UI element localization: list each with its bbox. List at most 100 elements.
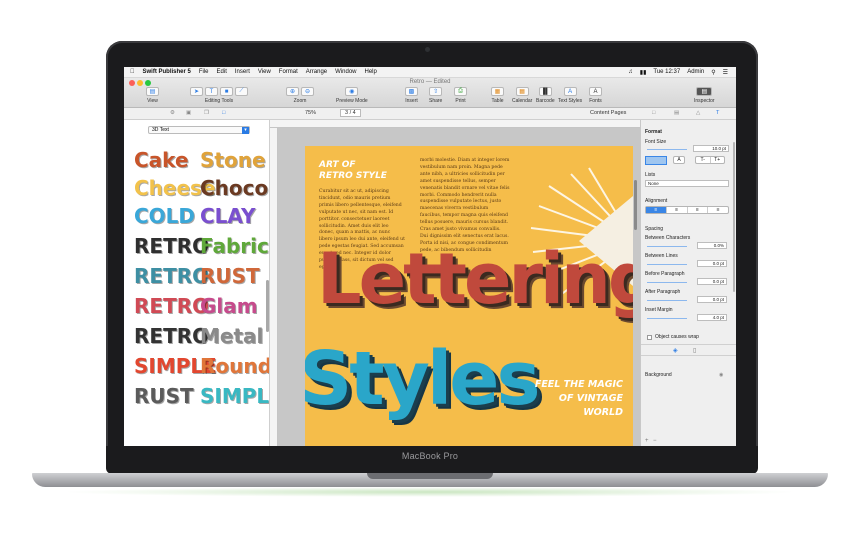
before-paragraph-field[interactable]: 0.0 pt bbox=[697, 278, 727, 285]
text-style-item[interactable]: Fabric bbox=[200, 236, 269, 256]
fill-icon[interactable]: ◈ bbox=[673, 347, 678, 354]
menu-app-name[interactable]: Swift Publisher 5 bbox=[143, 69, 191, 75]
text-styles-icon[interactable]: A bbox=[563, 87, 577, 96]
menu-insert[interactable]: Insert bbox=[235, 69, 250, 75]
zoom-select[interactable]: 75% bbox=[305, 110, 316, 116]
font-size-field[interactable]: 10.0 pt bbox=[693, 145, 729, 152]
barcode-icon[interactable]: ▐▌ bbox=[538, 87, 552, 96]
text-style-item[interactable]: CLAY bbox=[200, 206, 255, 226]
zoom-out-icon[interactable]: ⊖ bbox=[301, 87, 314, 96]
horizontal-ruler[interactable] bbox=[270, 120, 640, 128]
content-pages-select[interactable]: Content Pages bbox=[590, 110, 626, 116]
inspector-text-icon[interactable]: ▤ bbox=[674, 110, 679, 116]
text-style-item[interactable]: Round bbox=[200, 356, 269, 376]
image-icon[interactable]: ▣ bbox=[186, 110, 191, 116]
settings-icon[interactable]: ⚙ bbox=[170, 110, 175, 116]
apple-icon[interactable]:  bbox=[130, 69, 135, 75]
menu-arrange[interactable]: Arrange bbox=[306, 69, 327, 75]
article-heading[interactable]: ART OF RETRO STYLE bbox=[319, 160, 387, 182]
shape-tool-icon[interactable]: ■ bbox=[220, 87, 233, 96]
remove-icon[interactable]: − bbox=[653, 438, 657, 444]
eye-icon[interactable]: ◉ bbox=[719, 372, 723, 378]
clock[interactable]: Tue 12:37 bbox=[653, 69, 680, 75]
menu-list-icon[interactable]: ☰ bbox=[723, 69, 728, 76]
after-paragraph-field[interactable]: 0.0 pt bbox=[697, 296, 727, 303]
alignment-control[interactable]: ≡ ≡ ≡ ≡ bbox=[645, 206, 729, 214]
between-characters-field[interactable]: 0.0% bbox=[697, 242, 727, 249]
category-select[interactable]: 3D Text ▾ bbox=[148, 126, 250, 134]
menu-edit[interactable]: Edit bbox=[217, 69, 227, 75]
fonts-icon[interactable]: A bbox=[589, 87, 602, 96]
calendar-icon[interactable]: ▦ bbox=[515, 87, 529, 96]
document-page[interactable]: ART OF RETRO STYLE Curabitur sit ac ut, … bbox=[305, 146, 633, 446]
document-canvas[interactable]: ART OF RETRO STYLE Curabitur sit ac ut, … bbox=[270, 120, 640, 446]
text-size-buttons[interactable]: T- T+ bbox=[695, 156, 725, 164]
search-icon[interactable]: ⚲ bbox=[711, 69, 715, 76]
line-tool-icon[interactable]: ⟋ bbox=[235, 87, 248, 96]
add-icon[interactable]: + bbox=[645, 438, 649, 444]
pointer-icon[interactable]: ➤ bbox=[190, 87, 203, 96]
inspector-icon[interactable]: ▤ bbox=[696, 87, 713, 96]
text-style-item[interactable]: RUST bbox=[134, 386, 194, 406]
text-style-item[interactable]: RETRO bbox=[134, 266, 209, 286]
table-tool[interactable]: ▦ Table bbox=[491, 87, 504, 104]
inset-margin-slider[interactable] bbox=[647, 318, 687, 319]
between-lines-field[interactable]: 0.0 pt bbox=[697, 260, 727, 267]
after-paragraph-slider[interactable] bbox=[647, 300, 687, 301]
align-left-icon[interactable]: ≡ bbox=[646, 207, 667, 213]
text-style-item[interactable]: RETRO bbox=[134, 236, 209, 256]
inspector-doc-icon[interactable]: □ bbox=[652, 110, 655, 116]
lists-select[interactable]: None bbox=[645, 180, 729, 187]
text-style-item[interactable]: Metal bbox=[200, 326, 263, 346]
text-style-item[interactable]: RETRO bbox=[134, 296, 209, 316]
menu-file[interactable]: File bbox=[199, 69, 209, 75]
page-indicator[interactable]: 3 / 4 bbox=[340, 109, 361, 117]
align-justify-icon[interactable]: ≡ bbox=[708, 207, 728, 213]
menu-help[interactable]: Help bbox=[365, 69, 377, 75]
between-lines-slider[interactable] bbox=[647, 264, 687, 265]
text-tool-icon[interactable]: T bbox=[205, 87, 218, 96]
calendar-tool[interactable]: ▦ Calendar bbox=[512, 87, 532, 104]
text-style-item[interactable]: Glam bbox=[200, 296, 258, 316]
before-paragraph-slider[interactable] bbox=[647, 282, 687, 283]
between-characters-slider[interactable] bbox=[647, 246, 687, 247]
text-style-item[interactable]: RUST bbox=[200, 266, 260, 286]
zoom-in-icon[interactable]: ⊕ bbox=[286, 87, 299, 96]
copy-icon[interactable]: ❐ bbox=[204, 110, 209, 116]
view-icon[interactable]: ▤ bbox=[146, 87, 159, 96]
insert-icon[interactable]: ▩ bbox=[405, 87, 418, 96]
lettering-title[interactable]: Lettering bbox=[317, 244, 633, 314]
inspector-type-icon[interactable]: T bbox=[716, 110, 719, 116]
text-styles-tool[interactable]: A Text Styles bbox=[558, 87, 582, 104]
print-icon[interactable]: ⎙ bbox=[454, 87, 467, 96]
vertical-ruler[interactable] bbox=[270, 128, 278, 446]
text-style-item[interactable]: Stone bbox=[200, 150, 266, 170]
text-style-item[interactable]: SIMPLE bbox=[200, 386, 269, 406]
text-style-item[interactable]: COLD bbox=[134, 206, 195, 226]
canvas-scrollbar[interactable] bbox=[634, 180, 637, 230]
eye-icon[interactable]: ◉ bbox=[345, 87, 359, 96]
text-color-swatch[interactable] bbox=[645, 156, 667, 165]
columns-icon[interactable]: ▯ bbox=[693, 347, 696, 354]
barcode-tool[interactable]: ▐▌ Barcode bbox=[536, 87, 555, 104]
align-center-icon[interactable]: ≡ bbox=[667, 207, 688, 213]
preview-mode-tool[interactable]: ◉ Preview Mode bbox=[336, 87, 368, 104]
table-icon[interactable]: ▦ bbox=[491, 87, 504, 96]
inspector-scrollbar[interactable] bbox=[733, 142, 735, 292]
inset-margin-field[interactable]: 4.0 pt bbox=[697, 314, 727, 321]
volume-icon[interactable]: ♫ bbox=[628, 69, 633, 75]
menu-view[interactable]: View bbox=[258, 69, 271, 75]
font-size-slider[interactable] bbox=[647, 149, 687, 150]
text-style-item[interactable]: Choco bbox=[200, 178, 268, 198]
view-tool[interactable]: ▤ View bbox=[146, 87, 159, 104]
insert-tool[interactable]: ▩ Insert bbox=[405, 87, 418, 104]
text-style-item[interactable]: RETRO bbox=[134, 326, 209, 346]
sidebar-scrollbar[interactable] bbox=[266, 280, 269, 332]
fonts-tool[interactable]: A Fonts bbox=[589, 87, 602, 104]
user-name[interactable]: Admin bbox=[687, 69, 704, 75]
align-right-icon[interactable]: ≡ bbox=[688, 207, 709, 213]
wrap-checkbox[interactable] bbox=[647, 335, 652, 340]
share-icon[interactable]: ⇧ bbox=[429, 87, 443, 96]
styles-title[interactable]: Styles bbox=[305, 342, 541, 416]
tagline[interactable]: FEEL THE MAGIC OF VINTAGE WORLD bbox=[535, 378, 623, 420]
